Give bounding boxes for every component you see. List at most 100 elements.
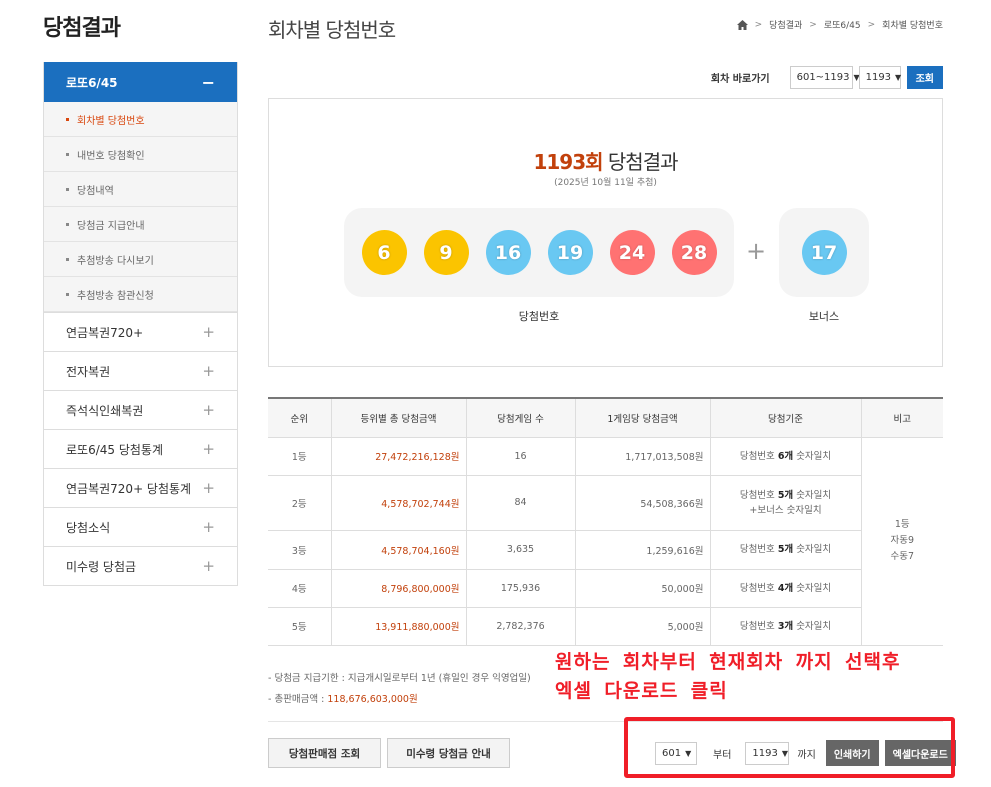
criteria-text: 당첨번호 — [739, 489, 778, 501]
sidebar-subitem-payout-guide[interactable]: 당첨금 지급안내 — [44, 207, 237, 242]
sidebar-item-label: 당첨소식 — [66, 520, 111, 535]
criteria-text: 숫자일치 — [793, 450, 832, 462]
per-game-prize-cell: 50,000원 — [574, 569, 710, 608]
sidebar-item-unclaimed[interactable]: 미수령 당첨금 + — [44, 546, 237, 585]
sidebar-subitem-check-my-numbers[interactable]: 내번호 당첨확인 — [44, 137, 237, 172]
annotation-line: 원하는 회차부터 현재회차 까지 선택후 — [555, 651, 901, 673]
annotation-line: 엑셀 다운로드 클릭 — [555, 680, 728, 702]
criteria-cell: 당첨번호 4개 숫자일치 — [709, 569, 861, 608]
expand-icon: + — [202, 518, 215, 536]
total-prize-cell: 4,578,702,744원 — [330, 475, 466, 531]
breadcrumb-separator: > — [754, 19, 763, 30]
lotto-ball: 28 — [671, 230, 717, 275]
remarks-line: 1등 — [894, 519, 910, 530]
sidebar-item-instant-print[interactable]: 즉석식인쇄복권 + — [44, 390, 237, 429]
bullet-icon — [66, 117, 69, 121]
criteria-text: 숫자일치 — [793, 620, 832, 632]
per-game-prize-cell: 1,717,013,508원 — [574, 437, 710, 476]
home-icon[interactable] — [736, 19, 748, 30]
remarks-line: 수동7 — [890, 551, 915, 562]
sidebar-item-label: 미수령 당첨금 — [66, 559, 137, 574]
sidebar-item-lotto645[interactable]: 로또6/45 − — [44, 62, 237, 102]
criteria-text: 숫자일치 — [793, 582, 832, 594]
criteria-cell: 당첨번호 5개 숫자일치 +보너스 숫자일치 — [709, 475, 861, 531]
search-button[interactable]: 조회 — [906, 66, 943, 89]
rank-cell: 3등 — [268, 530, 331, 570]
rank-cell: 4등 — [268, 569, 331, 608]
section-title: 회차별 당첨번호 — [268, 18, 396, 42]
criteria-cell: 당첨번호 6개 숫자일치 — [709, 437, 861, 476]
sidebar-subitem-replay[interactable]: 추첨방송 다시보기 — [44, 242, 237, 277]
criteria-text: 당첨번호 — [739, 582, 778, 594]
per-game-prize-cell: 54,508,366원 — [574, 475, 710, 531]
sidebar-item-label: 연금복권720+ — [66, 325, 144, 340]
page-title: 당첨결과 — [43, 16, 121, 41]
breadcrumb: > 당첨결과 > 로또6/45 > 회차별 당첨번호 — [736, 18, 943, 31]
bonus-ball: 17 — [801, 230, 847, 275]
sidebar-subitem-label: 추첨방송 참관신청 — [77, 290, 154, 302]
round-value: 1193 — [865, 72, 892, 83]
total-prize-cell: 13,911,880,000원 — [330, 607, 466, 646]
sidebar-item-e-lottery[interactable]: 전자복권 + — [44, 351, 237, 390]
sidebar-subitem-label: 당첨내역 — [77, 185, 114, 197]
sidebar-item-label: 전자복권 — [66, 364, 111, 379]
sidebar-subitem-win-history[interactable]: 당첨내역 — [44, 172, 237, 207]
sidebar-item-news[interactable]: 당첨소식 + — [44, 507, 237, 546]
round-goto-label: 회차 바로가기 — [710, 74, 770, 85]
remarks-cell: 1등 자동9 수동7 — [860, 437, 943, 646]
sidebar-submenu: 회차별 당첨번호 내번호 당첨확인 당첨내역 당첨금 지급안내 추첨방송 다시보… — [44, 102, 237, 312]
winning-store-search-button[interactable]: 당첨판매점 조회 — [268, 738, 381, 768]
breadcrumb-separator: > — [867, 19, 876, 30]
sidebar-subitem-label: 추첨방송 다시보기 — [77, 255, 154, 267]
sidebar-subitem-label: 당첨금 지급안내 — [77, 220, 145, 232]
bonus-caption: 보너스 — [808, 310, 840, 323]
criteria-cell: 당첨번호 5개 숫자일치 — [709, 530, 861, 570]
plus-icon: + — [746, 237, 767, 265]
bullet-icon — [66, 292, 69, 296]
lotto-ball: 19 — [547, 230, 593, 275]
criteria-text: 당첨번호 — [739, 620, 778, 632]
criteria-text: 당첨번호 — [739, 450, 778, 462]
chevron-down-icon: ▼ — [895, 73, 902, 82]
lotto-ball: 6 — [361, 230, 407, 275]
breadcrumb-item[interactable]: 회차별 당첨번호 — [882, 18, 943, 31]
criteria-count: 5개 — [777, 489, 794, 501]
column-header: 당첨기준 — [709, 397, 861, 438]
column-header: 순위 — [268, 397, 331, 438]
sidebar-item-pension720[interactable]: 연금복권720+ + — [44, 312, 237, 351]
unclaimed-prize-guide-button[interactable]: 미수령 당첨금 안내 — [387, 738, 510, 768]
total-sales-amount: 118,676,603,000원 — [327, 694, 418, 705]
table-row: 3등 4,578,704,160원 3,635 1,259,616원 당첨번호 … — [268, 530, 943, 570]
winner-count-cell: 175,936 — [465, 569, 575, 608]
collapse-icon: − — [201, 72, 215, 92]
round-range-select[interactable]: 601~1193 ▼ — [789, 66, 860, 89]
lotto-ball: 9 — [423, 230, 469, 275]
sidebar-item-label: 즉석식인쇄복권 — [66, 403, 144, 418]
total-sales-label: - 총판매금액 : — [268, 694, 328, 705]
breadcrumb-item[interactable]: 당첨결과 — [769, 18, 802, 31]
breadcrumb-item[interactable]: 로또6/45 — [824, 18, 861, 31]
criteria-count: 3개 — [777, 620, 794, 632]
table-row: 5등 13,911,880,000원 2,782,376 5,000원 당첨번호… — [268, 607, 943, 646]
per-game-prize-cell: 1,259,616원 — [574, 530, 710, 570]
column-header: 등위별 총 당첨금액 — [330, 397, 466, 438]
sidebar-subitem-attend-draw[interactable]: 추첨방송 참관신청 — [44, 277, 237, 312]
winner-count-cell: 84 — [465, 475, 575, 531]
round-number: 1193회 — [533, 150, 603, 174]
sidebar-item-pension-stats[interactable]: 연금복권720+ 당첨통계 + — [44, 468, 237, 507]
winner-count-cell: 2,782,376 — [465, 607, 575, 646]
round-range-value: 601~1193 — [796, 72, 850, 83]
sidebar-item-label: 연금복권720+ 당첨통계 — [66, 481, 192, 496]
table-row: 4등 8,796,800,000원 175,936 50,000원 당첨번호 4… — [268, 569, 943, 608]
annotation-highlight-box — [624, 717, 955, 778]
criteria-count: 6개 — [777, 450, 794, 462]
sidebar-subitem-round-numbers[interactable]: 회차별 당첨번호 — [44, 102, 237, 137]
annotation-text: 원하는 회차부터 현재회차 까지 선택후 엑셀 다운로드 클릭 — [555, 648, 900, 706]
round-select[interactable]: 1193 ▼ — [858, 66, 902, 89]
sidebar-item-label: 로또6/45 — [66, 75, 118, 90]
criteria-bonus-text: +보너스 숫자일치 — [749, 504, 822, 516]
round-goto-bar: 회차 바로가기 601~1193 ▼ 1193 ▼ 조회 — [711, 66, 943, 89]
draw-date: (2025년 10월 11일 추첨) — [554, 178, 657, 188]
table-row: 2등 4,578,702,744원 84 54,508,366원 당첨번호 5개… — [268, 475, 943, 531]
sidebar-item-lotto-stats[interactable]: 로또6/45 당첨통계 + — [44, 429, 237, 468]
